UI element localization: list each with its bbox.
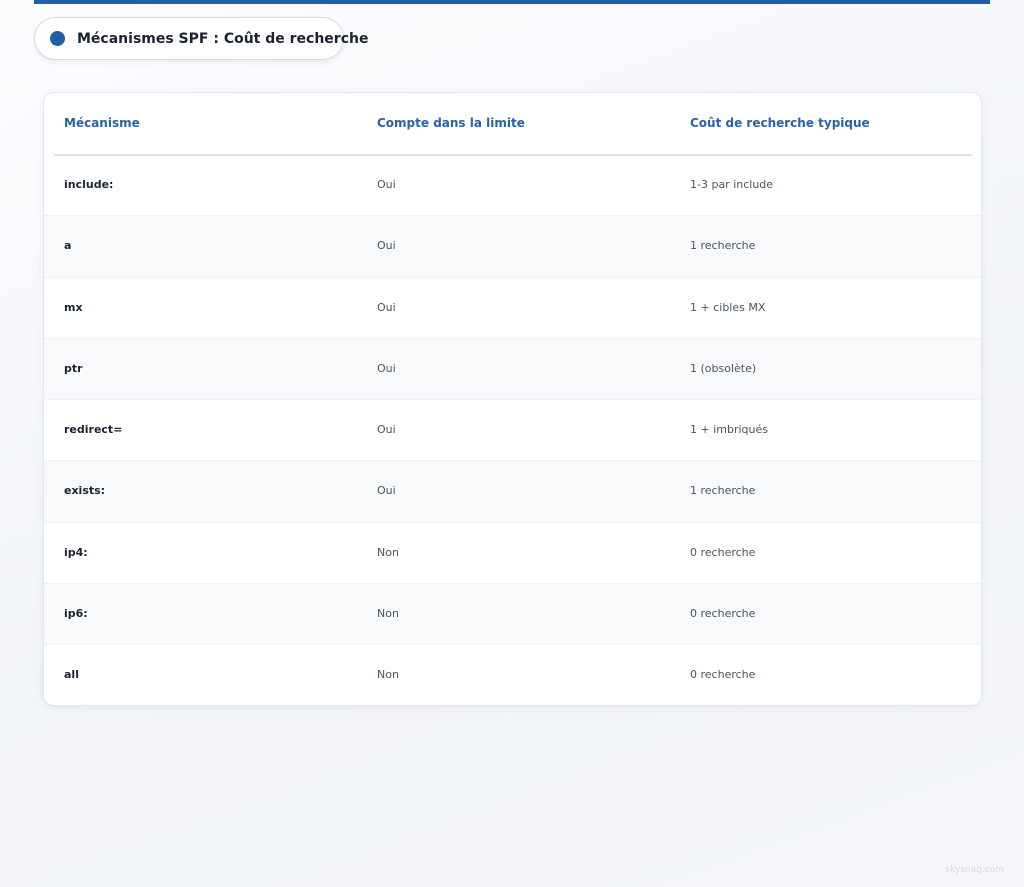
table-row: ip6: Non 0 recherche [44,584,981,646]
cell-lookup-cost: 1 recherche [690,484,756,498]
cell-lookup-cost: 0 recherche [690,668,756,682]
table-row: a Oui 1 recherche [44,216,981,278]
table-row: mx Oui 1 + cibles MX [44,278,981,339]
cell-counts-in-limit: Non [377,545,399,559]
cell-mechanism: mx [64,300,83,314]
cell-counts-in-limit: Non [377,668,399,682]
spf-mechanisms-table: Mécanisme Compte dans la limite Coût de … [43,92,982,706]
cell-mechanism: a [64,239,72,253]
page-title: Mécanismes SPF : Coût de recherche [77,30,369,47]
cell-counts-in-limit: Oui [377,300,396,314]
cell-mechanism: ip4: [64,545,88,559]
cell-lookup-cost: 0 recherche [690,545,756,559]
table-body: include: Oui 1-3 par include a Oui 1 rec… [44,155,981,705]
cell-lookup-cost: 1 + cibles MX [690,300,766,314]
cell-lookup-cost: 1 + imbriqués [690,423,768,437]
cell-mechanism: exists: [64,484,106,498]
cell-lookup-cost: 1 (obsolète) [690,361,757,375]
cell-lookup-cost: 1 recherche [690,239,756,253]
cell-mechanism: ip6: [64,607,88,621]
watermark: skysnag.com [945,865,1004,875]
table-row: include: Oui 1-3 par include [44,155,981,217]
cell-counts-in-limit: Oui [377,423,396,437]
table-row: ip4: Non 0 recherche [44,523,981,585]
table-row: redirect= Oui 1 + imbriqués [44,400,981,462]
cell-lookup-cost: 0 recherche [690,607,756,621]
cell-counts-in-limit: Oui [377,178,396,191]
cell-mechanism: ptr [64,361,83,375]
cell-mechanism: all [64,668,79,682]
page-title-pill: Mécanismes SPF : Coût de recherche [34,17,368,60]
table-header: Mécanisme Compte dans la limite Coût de … [54,93,972,156]
cell-mechanism: redirect= [64,423,123,437]
cell-counts-in-limit: Oui [377,239,396,253]
column-header-counts-in-limit: Compte dans la limite [377,116,525,130]
top-accent-bar [34,0,990,4]
cell-counts-in-limit: Oui [377,484,396,498]
table-row: exists: Oui 1 recherche [44,461,981,523]
table-row: all Non 0 recherche [44,645,981,705]
cell-lookup-cost: 1-3 par include [690,178,774,191]
title-dot-icon [50,31,65,46]
cell-mechanism: include: [64,178,114,191]
column-header-mechanism: Mécanisme [64,116,140,130]
cell-counts-in-limit: Oui [377,361,396,375]
cell-counts-in-limit: Non [377,607,399,621]
column-header-lookup-cost: Coût de recherche typique [690,116,870,130]
table-row: ptr Oui 1 (obsolète) [44,338,981,401]
